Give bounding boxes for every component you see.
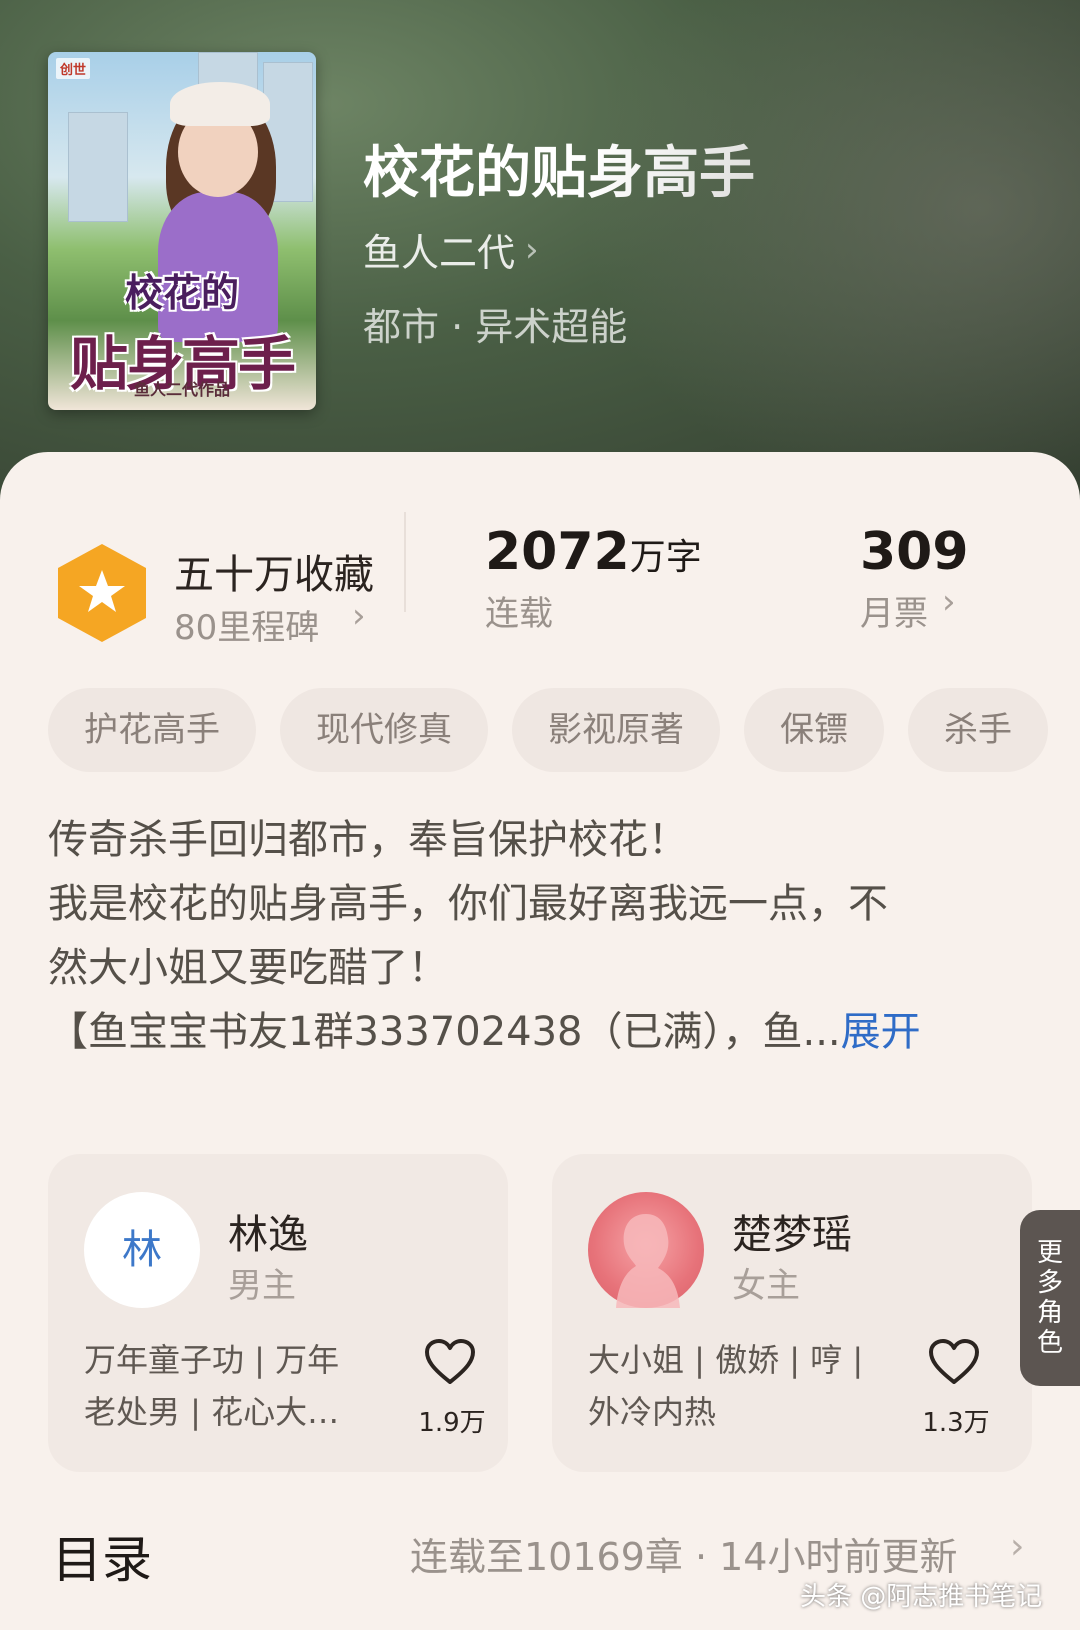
tag-chip[interactable]: 现代修真 [280, 688, 488, 772]
female-silhouette-icon [616, 1214, 680, 1308]
tag-chip[interactable]: 保镖 [744, 688, 884, 772]
book-detail-card: 五十万收藏 80里程碑 › 2072万字 连载 309 月票 › 护花高手 现代修… [0, 452, 1080, 1630]
monthly-votes-label[interactable]: 月票 [860, 586, 928, 635]
like-count: 1.9万 [418, 1408, 486, 1438]
watermark: 头条 @阿志推书笔记 [800, 1582, 1043, 1612]
more-characters-char: 角 [1036, 1298, 1063, 1328]
character-role: 女主 [732, 1266, 800, 1306]
avatar-initial: 林 [122, 1227, 162, 1273]
description-line: 传奇杀手回归都市，奉旨保护校花！ [48, 817, 688, 863]
author-name: 鱼人二代 [363, 231, 516, 275]
more-characters-char: 多 [1036, 1268, 1063, 1298]
tag-chip[interactable]: 影视原著 [512, 688, 720, 772]
word-count: 2072万字 [485, 522, 702, 582]
description-line-last: 【鱼宝宝书友1群333702438（已满），鱼...展开 [48, 1000, 1038, 1064]
character-avatar: 林 [84, 1192, 200, 1308]
cover-publisher: 创世 [56, 58, 91, 79]
tag-list: 护花高手 现代修真 影视原著 保镖 杀手 [48, 688, 1080, 774]
character-trait-line: 万年童子功 | 万年 [84, 1341, 340, 1379]
book-description: 传奇杀手回归都市，奉旨保护校花！ 我是校花的贴身高手，你们最好离我远一点，不 然… [48, 808, 1038, 1064]
expand-link[interactable]: 展开 [841, 1009, 921, 1055]
toc-update-info[interactable]: 连载至10169章 · 14小时前更新 [410, 1526, 957, 1581]
description-line: 【鱼宝宝书友1群333702438（已满），鱼... [48, 1009, 841, 1055]
like-count: 1.3万 [922, 1408, 990, 1438]
character-trait-line: 外冷内热 [588, 1393, 717, 1431]
chevron-right-icon: › [942, 582, 956, 622]
cover-building [68, 112, 128, 222]
character-traits: 万年童子功 | 万年 老处男 | 花心大… [84, 1334, 374, 1438]
cover-author: 鱼人二代作品 [133, 380, 230, 399]
tag-chip[interactable]: 杀手 [908, 688, 1048, 772]
book-cover[interactable]: 创世 校花的 贴身高手 鱼人二代作品 [48, 52, 316, 410]
character-card[interactable]: 楚梦瑶 女主 大小姐 | 傲娇 | 哼 | 外冷内热 1.3万 [552, 1154, 1032, 1472]
collection-title[interactable]: 五十万收藏 [174, 542, 374, 600]
character-card[interactable]: 林 林逸 男主 万年童子功 | 万年 老处男 | 花心大… 1.9万 [48, 1154, 508, 1472]
chevron-right-icon: › [352, 596, 366, 636]
character-role: 男主 [228, 1266, 296, 1306]
author-link[interactable]: 鱼人二代 › [363, 222, 539, 277]
character-name: 楚梦瑶 [732, 1212, 852, 1258]
more-characters-char: 色 [1036, 1328, 1063, 1358]
more-characters-char: 更 [1036, 1238, 1063, 1268]
cover-title-line1: 校花的 [124, 270, 239, 315]
description-line: 我是校花的贴身高手，你们最好离我远一点，不 [48, 881, 888, 927]
tag-chip[interactable]: 护花高手 [48, 688, 256, 772]
chevron-right-icon: › [1010, 1526, 1025, 1567]
toc-title[interactable]: 目录 [52, 1520, 152, 1592]
serial-status: 连载 [485, 594, 553, 634]
word-count-unit: 万字 [629, 537, 702, 578]
character-trait-line: 大小姐 | 傲娇 | 哼 | [588, 1341, 864, 1379]
heart-icon[interactable] [928, 1338, 980, 1386]
more-characters-button[interactable]: 更 多 角 色 [1020, 1210, 1080, 1386]
book-genre: 都市 · 异术超能 [363, 305, 628, 349]
word-count-value: 2072 [485, 522, 630, 582]
book-header: 创世 校花的 贴身高手 鱼人二代作品 校花的贴身高手 鱼人二代 › 都市 · 异… [0, 0, 1080, 520]
monthly-votes-count[interactable]: 309 [860, 522, 969, 582]
milestone-link[interactable]: 80里程碑 [174, 600, 319, 649]
character-avatar [588, 1192, 704, 1308]
chevron-right-icon: › [525, 229, 539, 270]
book-title: 校花的贴身高手 [363, 140, 755, 206]
cover-figure-cap [170, 82, 270, 126]
star-badge-icon[interactable] [54, 540, 150, 646]
heart-icon[interactable] [424, 1338, 476, 1386]
character-trait-line: 老处男 | 花心大… [84, 1393, 340, 1431]
character-traits: 大小姐 | 傲娇 | 哼 | 外冷内热 [588, 1334, 878, 1438]
description-line: 然大小姐又要吃醋了！ [48, 945, 448, 991]
divider [404, 512, 406, 612]
character-name: 林逸 [228, 1212, 308, 1258]
